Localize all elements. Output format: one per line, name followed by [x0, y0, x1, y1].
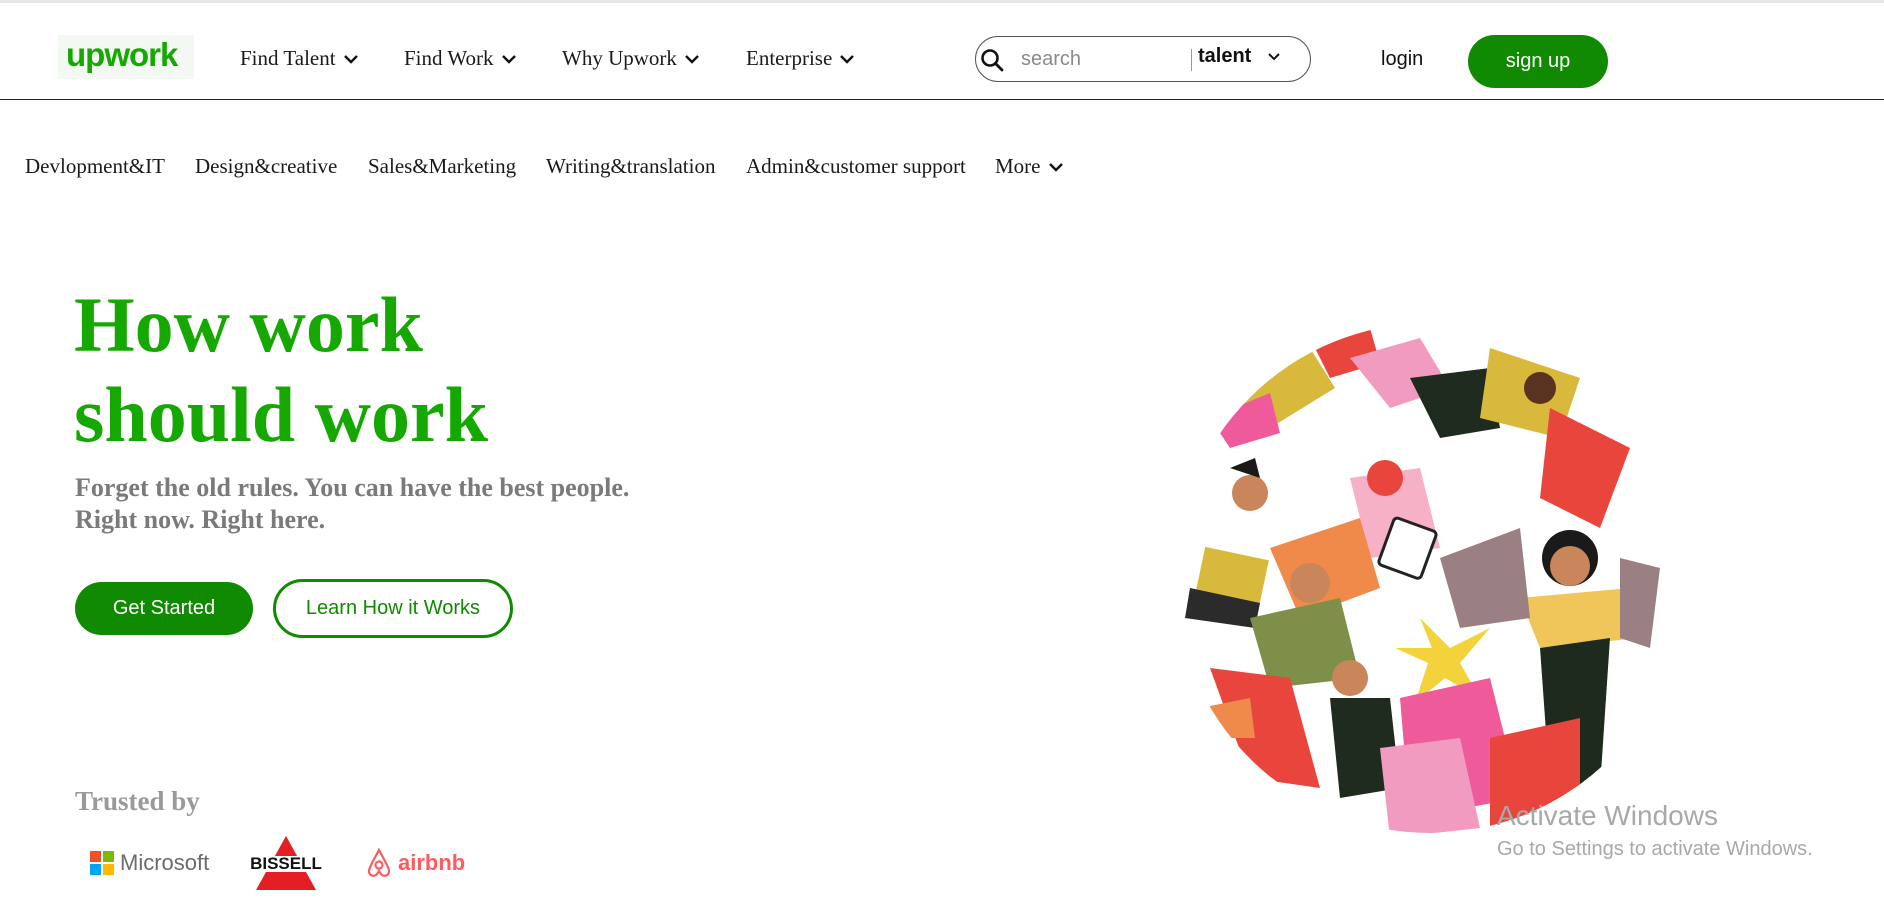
microsoft-squares-icon [90, 851, 114, 875]
bissell-logo: BISSELL [244, 834, 328, 892]
airbnb-belo-icon [367, 848, 391, 877]
watermark-line-1: Activate Windows [1497, 800, 1718, 831]
chevron-down-icon [840, 54, 855, 64]
nav-label: Enterprise [746, 46, 833, 70]
chevron-down-icon [343, 54, 358, 64]
chevron-down-icon [501, 54, 516, 64]
search-input[interactable] [1021, 45, 1161, 73]
bissell-logo-text: BISSELL [250, 854, 322, 873]
category-more-label: More [995, 154, 1041, 178]
trusted-by-heading: Trusted by [75, 786, 200, 816]
bissell-logo-mark: BISSELL [244, 836, 328, 890]
hero-subtitle-line-2: Right now. Right here. [75, 505, 326, 534]
chevron-down-icon [1268, 52, 1281, 60]
logo-text: upwork [66, 36, 178, 73]
upwork-logo[interactable]: upwork [58, 35, 194, 79]
airbnb-logo-text: airbnb [398, 850, 466, 875]
hero-illustration-art [1175, 323, 1685, 833]
nav-label: Why Upwork [562, 46, 677, 70]
hero-title: How work should work [74, 280, 774, 460]
search-scope-select[interactable]: talent [1198, 45, 1283, 68]
hero-subtitle-line-1: Forget the old rules. You can have the b… [75, 473, 630, 502]
nav-find-work[interactable]: Find Work [404, 46, 518, 71]
nav-label: Find Work [404, 46, 494, 70]
hero-title-line-1: How work [74, 281, 423, 368]
nav-enterprise[interactable]: Enterprise [746, 46, 856, 71]
hero-illustration [1160, 318, 1700, 838]
get-started-button[interactable]: Get Started [75, 582, 253, 635]
microsoft-logo: Microsoft [90, 834, 209, 892]
category-admin-customer-support[interactable]: Admin&customer support [746, 154, 966, 179]
search-scope-value: talent [1198, 45, 1252, 67]
category-design-creative[interactable]: Design&creative [195, 154, 337, 179]
search-icon[interactable] [979, 47, 1005, 73]
category-more[interactable]: More [995, 154, 1065, 179]
watermark-line-2: Go to Settings to activate Windows. [1497, 838, 1813, 860]
hero-subtitle: Forget the old rules. You can have the b… [75, 472, 715, 536]
learn-how-it-works-button[interactable]: Learn How it Works [273, 579, 513, 638]
site-header: upwork Find Talent Find Work Why Upwork … [0, 3, 1884, 100]
login-link[interactable]: login [1381, 48, 1423, 71]
search-bar: talent [975, 36, 1311, 82]
microsoft-logo-text: Microsoft [120, 850, 210, 875]
windows-activation-watermark: Activate Windows Go to Settings to activ… [1497, 800, 1813, 861]
sign-up-button[interactable]: sign up [1468, 35, 1608, 88]
chevron-down-icon [1048, 162, 1063, 172]
search-divider [1191, 49, 1192, 71]
category-sales-marketing[interactable]: Sales&Marketing [368, 154, 516, 179]
nav-why-upwork[interactable]: Why Upwork [562, 46, 701, 71]
nav-label: Find Talent [240, 46, 336, 70]
hero-title-line-2: should work [74, 371, 488, 458]
airbnb-logo: airbnb [366, 834, 465, 892]
category-development-it[interactable]: Devlopment&IT [25, 154, 165, 179]
chevron-down-icon [685, 54, 699, 64]
category-writing-translation[interactable]: Writing&translation [546, 154, 715, 179]
nav-find-talent[interactable]: Find Talent [240, 46, 360, 71]
